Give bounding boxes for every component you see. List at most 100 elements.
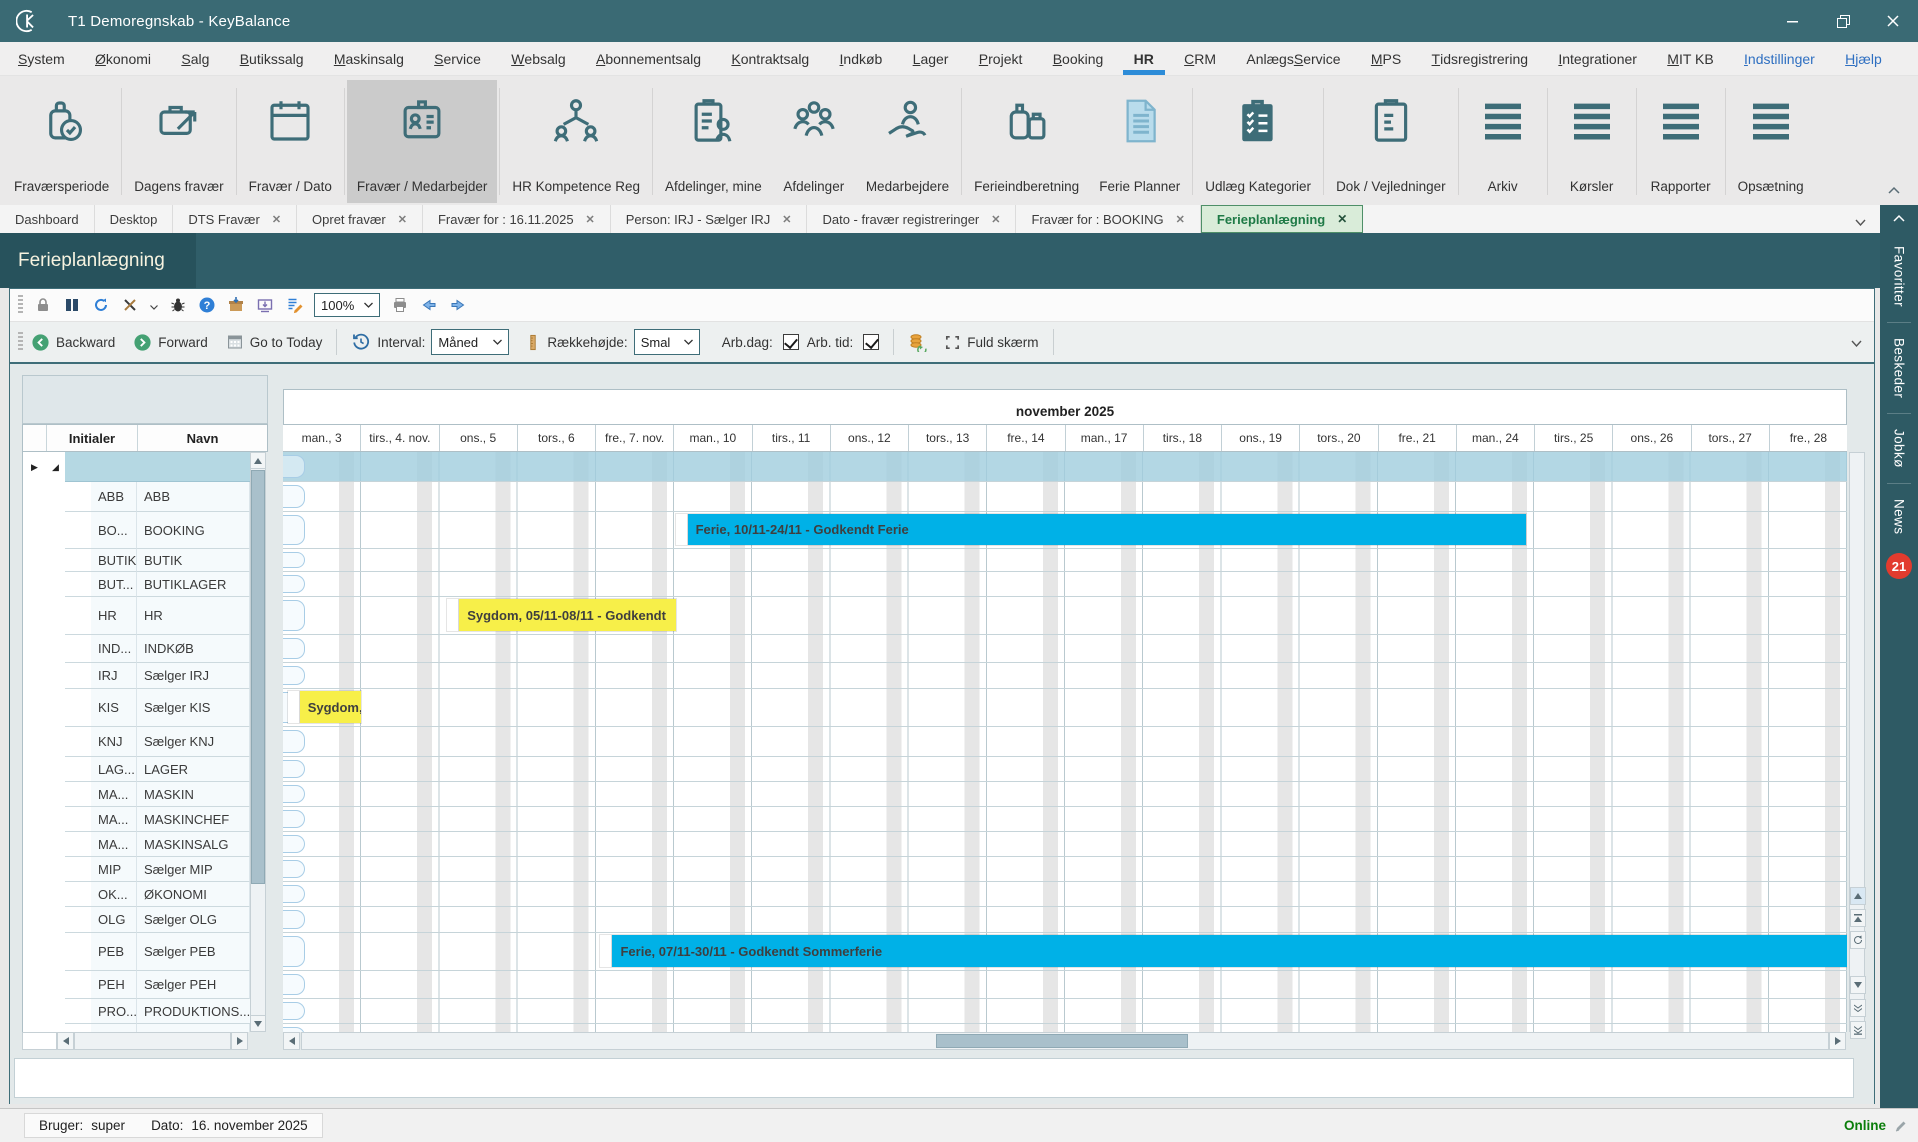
tab-close-icon[interactable]: ✕ <box>1337 212 1347 226</box>
grid-row-sælger-irj[interactable]: IRJSælger IRJ <box>23 663 250 689</box>
ribbon-button-fravær-dato[interactable]: Fravær / Dato <box>239 80 342 203</box>
bar-resize-handle[interactable] <box>676 514 688 545</box>
gantt-scroll-right-button[interactable] <box>1829 1032 1846 1050</box>
menu-item-mit-kb[interactable]: MIT KB <box>1665 42 1715 75</box>
menu-item-projekt[interactable]: Projekt <box>977 42 1025 75</box>
menu-item-indkøb[interactable]: Indkøb <box>838 42 885 75</box>
menu-item-maskinsalg[interactable]: Maskinsalg <box>332 42 406 75</box>
grid-row-sælger-kis[interactable]: KISSælger KIS <box>23 689 250 727</box>
tab-person-irj-sælger-irj[interactable]: Person: IRJ - Sælger IRJ✕ <box>611 205 808 233</box>
bar-resize-handle[interactable] <box>600 935 612 967</box>
help-icon[interactable]: ? <box>198 296 216 314</box>
grid-horizontal-scrollbar[interactable] <box>74 1032 231 1050</box>
ribbon-button-rapporter[interactable]: Rapporter <box>1639 80 1723 203</box>
ribbon-button-dok-vejledninger[interactable]: Dok / Vejledninger <box>1326 80 1456 203</box>
menu-item-kontraktsalg[interactable]: Kontraktsalg <box>729 42 811 75</box>
page-down-button[interactable] <box>1850 999 1866 1017</box>
edit-icon[interactable] <box>285 296 303 314</box>
minimize-button[interactable] <box>1768 0 1818 42</box>
grid-row-maskin[interactable]: MA...MASKIN <box>23 782 250 807</box>
tab-close-icon[interactable]: ✕ <box>272 213 281 226</box>
ribbon-button-ferieindberetning[interactable]: Ferieindberetning <box>964 80 1089 203</box>
grid-row-sælger-peb[interactable]: PEBSælger PEB <box>23 933 250 971</box>
row-entry-pill[interactable] <box>283 936 305 967</box>
grid-row-økonomi[interactable]: OK...ØKONOMI <box>23 882 250 907</box>
scroll-bottom-button[interactable] <box>1850 1021 1866 1039</box>
menu-item-hjælp[interactable]: Hjælp <box>1843 42 1884 75</box>
grid-scroll-right-button[interactable] <box>231 1032 248 1050</box>
row-entry-pill[interactable] <box>283 1002 305 1020</box>
columns-icon[interactable] <box>63 296 81 314</box>
menu-item-system[interactable]: System <box>16 42 67 75</box>
grid-row-produktion[interactable]: PRO...PRODUKTION <box>23 1024 250 1032</box>
grid-row-sælger-knj[interactable]: KNJSælger KNJ <box>23 727 250 757</box>
scrollbar-thumb[interactable] <box>936 1034 1188 1048</box>
menu-item-crm[interactable]: CRM <box>1182 42 1218 75</box>
tab-dashboard[interactable]: Dashboard <box>0 205 95 233</box>
grid-row-abb[interactable]: ABBABB <box>23 482 250 512</box>
worktime-checkbox[interactable] <box>863 334 879 350</box>
menu-item-booking[interactable]: Booking <box>1051 42 1106 75</box>
gantt-bar-sygdom[interactable]: Sygdom, <box>288 691 362 723</box>
close-button[interactable] <box>1868 0 1918 42</box>
row-entry-pill[interactable] <box>283 885 305 903</box>
menu-item-abonnementsalg[interactable]: Abonnementsalg <box>594 42 703 75</box>
menu-item-websalg[interactable]: Websalg <box>509 42 567 75</box>
arrow-right-icon[interactable] <box>449 296 467 314</box>
ribbon-button-dagens-fravær[interactable]: Dagens fravær <box>124 80 233 203</box>
menu-item-integrationer[interactable]: Integrationer <box>1556 42 1639 75</box>
row-entry-pill[interactable] <box>283 575 305 593</box>
menu-item-salg[interactable]: Salg <box>179 42 211 75</box>
tab-fravær-for-16-11-2025[interactable]: Fravær for : 16.11.2025✕ <box>423 205 611 233</box>
grid-row-butik[interactable]: BUTIKBUTIK <box>23 549 250 572</box>
worktime-toggle[interactable]: Arb. tid: <box>807 334 880 350</box>
scroll-down-button[interactable] <box>250 1015 266 1032</box>
bug-icon[interactable] <box>169 296 187 314</box>
grid-row-maskinsalg[interactable]: MA...MASKINSALG <box>23 832 250 857</box>
tab-dato-fravær-registreringer[interactable]: Dato - fravær registreringer✕ <box>807 205 1016 233</box>
forward-button[interactable]: Forward <box>133 333 208 352</box>
ribbon-button-arkiv[interactable]: Arkiv <box>1461 80 1545 203</box>
tab-close-icon[interactable]: ✕ <box>782 213 791 226</box>
ribbon-button-afdelinger[interactable]: Afdelinger <box>772 80 856 203</box>
status-edit-icon[interactable] <box>1894 1119 1908 1133</box>
gantt-bar-ferie[interactable]: Ferie, 07/11-30/11 - Godkendt Sommerferi… <box>600 935 1847 967</box>
grid-row-sælger-olg[interactable]: OLGSælger OLG <box>23 907 250 933</box>
tab-fravær-for-booking[interactable]: Fravær for : BOOKING✕ <box>1016 205 1200 233</box>
row-entry-pill[interactable] <box>283 552 305 568</box>
ribbon-button-medarbejdere[interactable]: Medarbejdere <box>856 80 959 203</box>
gantt-bar-ferie[interactable]: Ferie, 10/11-24/11 - Godkendt Ferie <box>676 514 1527 545</box>
ribbon-button-hr-kompetence-reg[interactable]: HR Kompetence Reg <box>502 80 650 203</box>
grid-row-sælger-peh[interactable]: PEHSælger PEH <box>23 971 250 999</box>
toolbar-grip-icon[interactable] <box>18 332 23 352</box>
grid-row-lager[interactable]: LAG...LAGER <box>23 757 250 782</box>
ribbon-button-kørsler[interactable]: Kørsler <box>1550 80 1634 203</box>
gantt-vertical-scrollbar[interactable] <box>1849 452 1865 1032</box>
arrow-left-icon[interactable] <box>420 296 438 314</box>
tab-opret-fravær[interactable]: Opret fravær✕ <box>297 205 423 233</box>
import-icon[interactable] <box>256 296 274 314</box>
row-entry-pill[interactable] <box>283 810 305 828</box>
collapse-ribbon-chevron-icon[interactable] <box>1888 182 1904 194</box>
side-tab-news[interactable]: News <box>1892 484 1907 549</box>
tab-overflow-chevron-icon[interactable] <box>1855 214 1866 229</box>
grid-column-header-navn[interactable]: Navn <box>137 425 267 451</box>
menu-item-butikssalg[interactable]: Butikssalg <box>238 42 306 75</box>
side-tab-jobkø[interactable]: Jobkø <box>1892 414 1907 483</box>
row-entry-pill[interactable] <box>283 785 305 803</box>
refresh-rows-button[interactable] <box>1850 931 1866 949</box>
tab-close-icon[interactable]: ✕ <box>398 213 407 226</box>
menu-item-økonomi[interactable]: Økonomi <box>93 42 153 75</box>
chevron-down-icon[interactable] <box>150 298 158 313</box>
row-height-select[interactable]: Smal <box>634 329 700 355</box>
ribbon-button-opsætning[interactable]: Opsætning <box>1728 80 1814 203</box>
ribbon-button-fraværsperiode[interactable]: Fraværsperiode <box>4 80 119 203</box>
ribbon-button-udlæg-kategorier[interactable]: Udlæg Kategorier <box>1195 80 1321 203</box>
grid-vertical-scrollbar[interactable] <box>250 452 266 1032</box>
row-entry-pill[interactable] <box>283 600 305 631</box>
row-entry-pill[interactable] <box>283 515 305 545</box>
grid-row-produktions[interactable]: PRO...PRODUKTIONS... <box>23 999 250 1024</box>
ribbon-button-afdelinger-mine[interactable]: Afdelinger, mine <box>655 80 772 203</box>
row-entry-pill[interactable] <box>283 860 305 878</box>
fullscreen-button[interactable]: Fuld skærm <box>944 334 1038 351</box>
